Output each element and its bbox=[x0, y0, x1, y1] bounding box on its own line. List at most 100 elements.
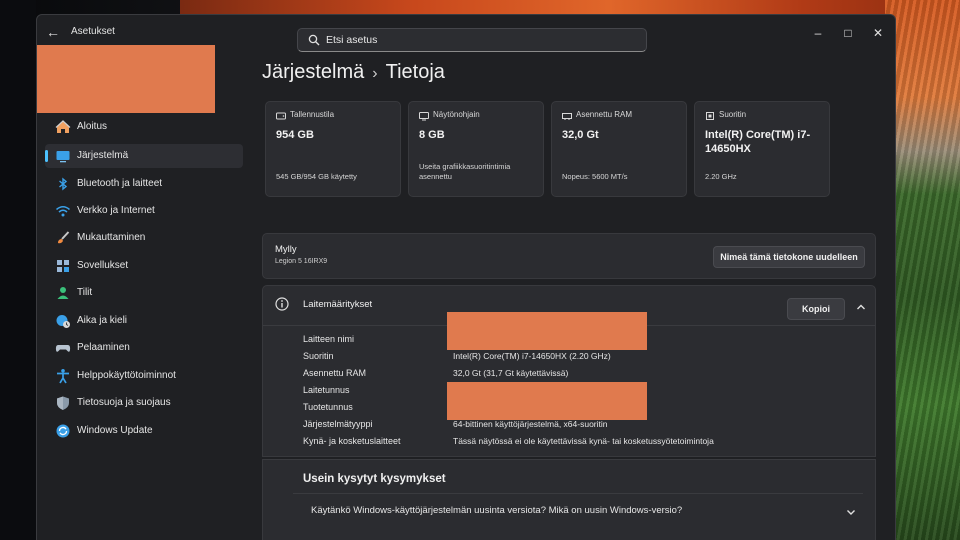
search-input[interactable] bbox=[326, 32, 626, 48]
sidebar-item-network[interactable]: Verkko ja Internet bbox=[45, 199, 243, 223]
divider bbox=[293, 493, 863, 494]
wifi-icon bbox=[56, 206, 70, 217]
globe-clock-icon bbox=[56, 315, 70, 328]
spec-key: Järjestelmätyyppi bbox=[303, 419, 373, 429]
sidebar-item-windows-update[interactable]: Windows Update bbox=[45, 419, 243, 443]
update-icon bbox=[56, 424, 70, 438]
background-wallpaper-right bbox=[885, 0, 960, 540]
card-label: Suoritin bbox=[719, 110, 747, 119]
cpu-card[interactable]: Suoritin Intel(R) Core(TM) i7-14650HX 2.… bbox=[694, 101, 830, 197]
spec-value: 32,0 Gt (31,7 Gt käytettävissä) bbox=[453, 368, 569, 378]
card-value: 32,0 Gt bbox=[562, 129, 599, 141]
breadcrumb: Järjestelmä › Tietoja bbox=[262, 61, 445, 84]
spec-row-installed-ram: Asennettu RAM 32,0 Gt (31,7 Gt käytettäv… bbox=[303, 366, 863, 382]
sidebar-item-label: Tietosuoja ja suojaus bbox=[77, 397, 171, 408]
settings-window: ← Asetukset – □ ✕ Aloitus bbox=[36, 14, 896, 540]
apps-icon bbox=[57, 260, 69, 272]
sidebar-item-privacy-security[interactable]: Tietosuoja ja suojaus bbox=[45, 391, 243, 415]
search-icon bbox=[308, 34, 320, 46]
sidebar-item-label: Tilit bbox=[77, 287, 93, 298]
sidebar-item-label: Windows Update bbox=[77, 425, 153, 436]
spec-row-processor: Suoritin Intel(R) Core(TM) i7-14650HX (2… bbox=[303, 349, 863, 365]
minimize-icon[interactable]: – bbox=[803, 23, 833, 43]
sidebar-item-accessibility[interactable]: Helppokäyttötoiminnot bbox=[45, 364, 243, 388]
home-icon bbox=[55, 120, 71, 133]
spec-key: Tuotetunnus bbox=[303, 402, 353, 412]
sidebar-item-label: Pelaaminen bbox=[77, 342, 130, 353]
sidebar-item-label: Helppokäyttötoiminnot bbox=[77, 370, 176, 381]
screen: ← Asetukset – □ ✕ Aloitus bbox=[0, 0, 960, 540]
card-value: 954 GB bbox=[276, 129, 314, 141]
sidebar-item-label: Aloitus bbox=[77, 121, 108, 132]
faq-title: Usein kysytyt kysymykset bbox=[303, 473, 446, 485]
card-label: Näytönohjain bbox=[433, 110, 480, 119]
title-bar: ← Asetukset – □ ✕ bbox=[37, 15, 895, 52]
copy-button[interactable]: Kopioi bbox=[787, 298, 845, 320]
spec-key: Asennettu RAM bbox=[303, 368, 367, 378]
maximize-icon[interactable]: □ bbox=[833, 23, 863, 43]
bluetooth-icon bbox=[59, 177, 68, 191]
rename-pc-button[interactable]: Nimeä tämä tietokone uudelleen bbox=[713, 246, 865, 268]
shield-icon bbox=[57, 396, 69, 410]
sidebar-item-accounts[interactable]: Tilit bbox=[45, 281, 243, 305]
sidebar-item-label: Verkko ja Internet bbox=[77, 205, 155, 216]
sidebar-item-gaming[interactable]: Pelaaminen bbox=[45, 336, 243, 360]
card-subtext: 2.20 GHz bbox=[705, 172, 737, 181]
sidebar-item-label: Bluetooth ja laitteet bbox=[77, 178, 163, 189]
close-icon[interactable]: ✕ bbox=[863, 23, 893, 43]
ram-icon bbox=[562, 113, 572, 120]
redacted-device-name bbox=[447, 312, 647, 350]
sidebar-item-system[interactable]: Järjestelmä bbox=[45, 144, 243, 168]
active-indicator bbox=[45, 150, 48, 162]
faq-question[interactable]: Käytänkö Windows-käyttöjärjestelmän uusi… bbox=[311, 505, 682, 516]
spec-key: Laitteen nimi bbox=[303, 334, 355, 344]
spec-key: Laitetunnus bbox=[303, 385, 350, 395]
storage-card[interactable]: Tallennustila 954 GB 545 GB/954 GB käyte… bbox=[265, 101, 401, 197]
card-label: Asennettu RAM bbox=[576, 110, 633, 119]
card-subtext: Useita grafiikkasuoritintimia asennettu bbox=[419, 162, 511, 181]
card-value: 8 GB bbox=[419, 129, 445, 141]
info-icon bbox=[275, 297, 289, 311]
spec-value: Tässä näytössä ei ole käytettävissä kynä… bbox=[453, 436, 714, 446]
sidebar-item-apps[interactable]: Sovellukset bbox=[45, 254, 243, 278]
divider bbox=[263, 459, 875, 460]
sidebar-item-label: Järjestelmä bbox=[77, 150, 129, 161]
accessibility-icon bbox=[57, 369, 69, 384]
card-label: Tallennustila bbox=[290, 110, 335, 119]
sidebar-item-label: Sovellukset bbox=[77, 260, 129, 271]
breadcrumb-parent[interactable]: Järjestelmä bbox=[262, 61, 364, 83]
faq-section: Usein kysytyt kysymykset Käytänkö Window… bbox=[262, 459, 876, 540]
spec-row-pen-touch: Kynä- ja kosketuslaitteet Tässä näytössä… bbox=[303, 434, 863, 450]
sidebar-item-label: Aika ja kieli bbox=[77, 315, 128, 326]
sidebar-item-home[interactable]: Aloitus bbox=[45, 115, 243, 139]
account-icon bbox=[57, 287, 69, 299]
device-name-row: Mylly Legion 5 16IRX9 Nimeä tämä tietoko… bbox=[262, 233, 876, 279]
page-title: Tietoja bbox=[385, 61, 445, 83]
sidebar-item-bluetooth[interactable]: Bluetooth ja laitteet bbox=[45, 172, 243, 196]
redacted-device-product-id bbox=[447, 382, 647, 420]
spec-value: 64-bittinen käyttöjärjestelmä, x64-suori… bbox=[453, 419, 608, 429]
sidebar-item-label: Mukauttaminen bbox=[77, 232, 146, 243]
chevron-up-icon[interactable] bbox=[855, 301, 867, 313]
ram-card[interactable]: Asennettu RAM 32,0 Gt Nopeus: 5600 MT/s bbox=[551, 101, 687, 197]
processor-icon bbox=[706, 112, 714, 120]
card-subtext: Nopeus: 5600 MT/s bbox=[562, 172, 628, 181]
sidebar-item-personalization[interactable]: Mukauttaminen bbox=[45, 226, 243, 250]
spec-key: Suoritin bbox=[303, 351, 334, 361]
spec-key: Kynä- ja kosketuslaitteet bbox=[303, 436, 401, 446]
device-name: Mylly bbox=[275, 244, 297, 255]
chevron-down-icon[interactable] bbox=[845, 506, 857, 518]
app-title: Asetukset bbox=[71, 26, 115, 37]
device-model: Legion 5 16IRX9 bbox=[275, 258, 328, 265]
device-specifications-panel: Laitemääritykset Kopioi Laitteen nimi Su… bbox=[262, 285, 876, 457]
card-value: Intel(R) Core(TM) i7-14650HX bbox=[705, 129, 811, 155]
gamepad-icon bbox=[55, 345, 71, 352]
brush-icon bbox=[58, 231, 70, 244]
breadcrumb-separator: › bbox=[372, 65, 378, 82]
search-box[interactable] bbox=[297, 28, 647, 52]
gpu-card[interactable]: Näytönohjain 8 GB Useita grafiikkasuorit… bbox=[408, 101, 544, 197]
background-left bbox=[0, 0, 36, 540]
user-profile-redacted[interactable] bbox=[37, 45, 215, 113]
back-arrow-icon[interactable]: ← bbox=[45, 24, 61, 40]
sidebar-item-time-language[interactable]: Aika ja kieli bbox=[45, 309, 243, 333]
